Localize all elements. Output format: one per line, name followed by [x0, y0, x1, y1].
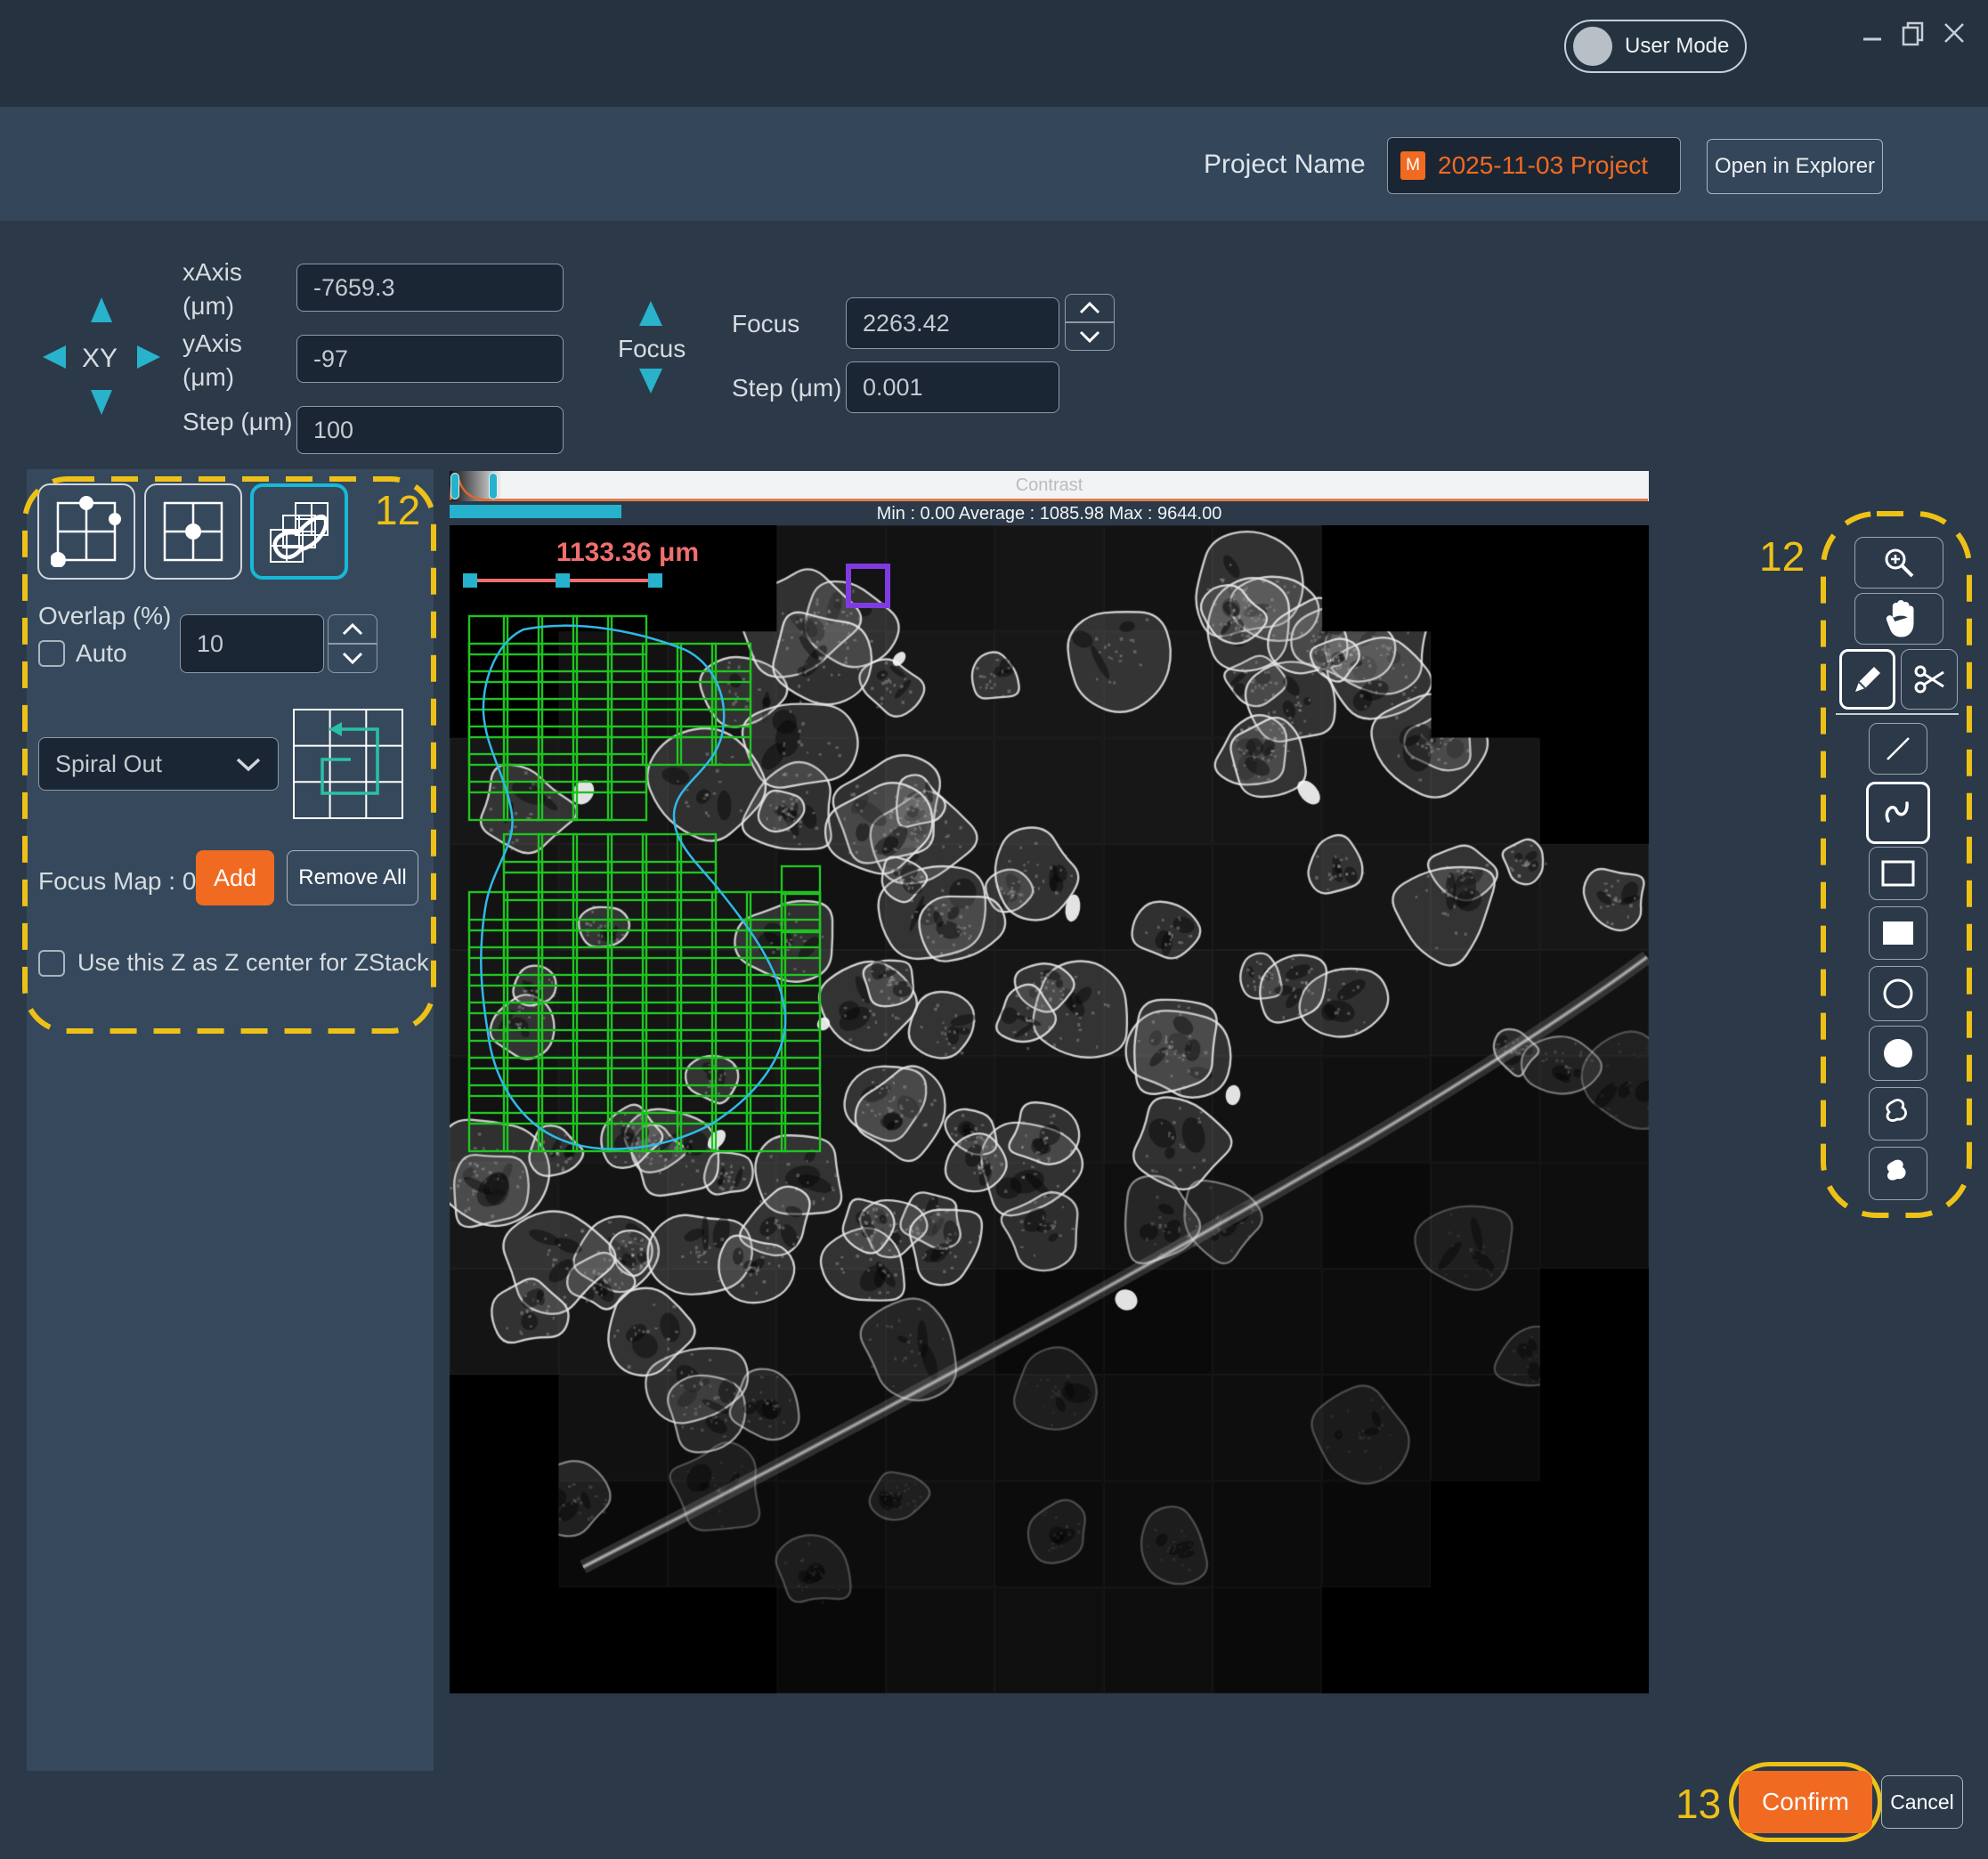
focus-stepper — [1065, 294, 1115, 351]
project-badge: M — [1400, 151, 1425, 180]
xy-step-label: Step (μm) — [183, 408, 292, 436]
minimize-button[interactable] — [1857, 21, 1887, 52]
ruler-handle — [648, 573, 662, 588]
left-annotation-border — [20, 475, 439, 1037]
project-name-field[interactable]: M 2025-11-03 Project — [1387, 137, 1681, 194]
freeform-outline-icon — [1880, 1096, 1916, 1132]
viewer-overlay — [450, 525, 1649, 1693]
contrast-max-handle[interactable] — [489, 473, 498, 499]
focus-group-label: Focus — [618, 335, 686, 363]
measurement-ruler[interactable] — [463, 573, 662, 588]
scissors-icon — [1911, 662, 1947, 697]
toolbar-divider — [1836, 713, 1959, 715]
xy-step-input[interactable]: 100 — [296, 406, 564, 454]
freeform-filled-button[interactable] — [1869, 1147, 1927, 1200]
region-contour — [481, 626, 785, 1149]
yaxis-unit: (μm) — [183, 363, 234, 392]
focus-step-label: Step (μm) — [732, 374, 841, 402]
rectangle-filled-button[interactable] — [1869, 906, 1927, 960]
stage-position-marker — [848, 566, 888, 605]
yaxis-input[interactable]: -97 — [296, 335, 564, 383]
ruler-handle — [463, 573, 477, 588]
xy-down-arrow[interactable] — [91, 390, 112, 415]
xaxis-unit: (μm) — [183, 292, 234, 321]
xaxis-label: xAxis — [183, 258, 242, 287]
application-window: User Mode Project Name M 2025-11-03 Proj… — [0, 0, 1988, 1859]
user-mode-label: User Mode — [1625, 34, 1729, 59]
close-icon — [1941, 20, 1968, 46]
draw-tool-button[interactable] — [1839, 649, 1895, 710]
xy-right-arrow[interactable] — [137, 345, 160, 369]
mosaic-image-view[interactable]: 1133.36 μm — [450, 525, 1649, 1693]
focus-input[interactable]: 2263.42 — [846, 297, 1059, 349]
freeform-outline-button[interactable] — [1869, 1087, 1927, 1141]
xy-up-arrow[interactable] — [91, 297, 112, 322]
freeform-filled-icon — [1880, 1156, 1916, 1191]
curve-shape-button[interactable] — [1866, 782, 1930, 844]
line-shape-button[interactable] — [1869, 723, 1927, 775]
focus-step-input[interactable]: 0.001 — [846, 361, 1059, 413]
user-mode-toggle[interactable]: User Mode — [1564, 20, 1747, 73]
confirm-button[interactable]: Confirm — [1739, 1771, 1872, 1833]
image-stats-text: Min : 0.00 Average : 1085.98 Max : 9644.… — [450, 504, 1649, 524]
xy-left-arrow[interactable] — [43, 345, 66, 369]
project-name-value: 2025-11-03 Project — [1438, 151, 1648, 180]
focus-step-down-button[interactable] — [1065, 321, 1115, 351]
circle-filled-button[interactable] — [1869, 1026, 1927, 1081]
xaxis-input[interactable]: -7659.3 — [296, 264, 564, 312]
header-band — [0, 107, 1988, 221]
rectangle-filled-icon — [1880, 919, 1916, 947]
measurement-label: 1133.36 μm — [512, 538, 743, 568]
open-in-explorer-button[interactable]: Open in Explorer — [1707, 139, 1883, 194]
hand-icon — [1881, 599, 1917, 638]
focus-label: Focus — [732, 310, 799, 338]
project-name-label: Project Name — [1204, 150, 1366, 180]
confirm-annotation-number: 13 — [1676, 1780, 1721, 1828]
rectangle-outline-icon — [1880, 859, 1916, 888]
cut-tool-button[interactable] — [1901, 649, 1958, 710]
restore-icon — [1900, 20, 1927, 46]
pencil-icon — [1851, 662, 1885, 696]
yaxis-label: yAxis — [183, 329, 242, 358]
line-icon — [1883, 734, 1913, 764]
restore-button[interactable] — [1898, 18, 1928, 48]
chevron-down-icon — [1078, 329, 1101, 344]
right-annotation-number: 12 — [1759, 532, 1805, 580]
focus-step-up-button[interactable] — [1065, 294, 1115, 323]
curve-icon — [1881, 796, 1915, 830]
circle-outline-button[interactable] — [1869, 966, 1927, 1021]
left-annotation-number: 12 — [375, 486, 420, 534]
zoom-in-icon — [1881, 545, 1917, 580]
circle-filled-icon — [1880, 1035, 1916, 1071]
ruler-handle — [556, 573, 570, 588]
titlebar: User Mode — [0, 0, 1988, 107]
contrast-label: Contrast — [450, 475, 1649, 496]
pan-tool-button[interactable] — [1854, 593, 1943, 645]
rectangle-outline-button[interactable] — [1869, 847, 1927, 900]
xy-label: XY — [82, 344, 118, 374]
contrast-min-handle[interactable] — [450, 473, 459, 499]
chevron-up-icon — [1078, 301, 1101, 315]
focus-down-arrow[interactable] — [639, 369, 662, 394]
close-button[interactable] — [1939, 18, 1969, 48]
focus-up-arrow[interactable] — [639, 301, 662, 326]
cancel-button[interactable]: Cancel — [1881, 1775, 1963, 1829]
toggle-knob — [1573, 27, 1612, 66]
circle-outline-icon — [1880, 976, 1916, 1011]
zoom-tool-button[interactable] — [1854, 537, 1943, 589]
